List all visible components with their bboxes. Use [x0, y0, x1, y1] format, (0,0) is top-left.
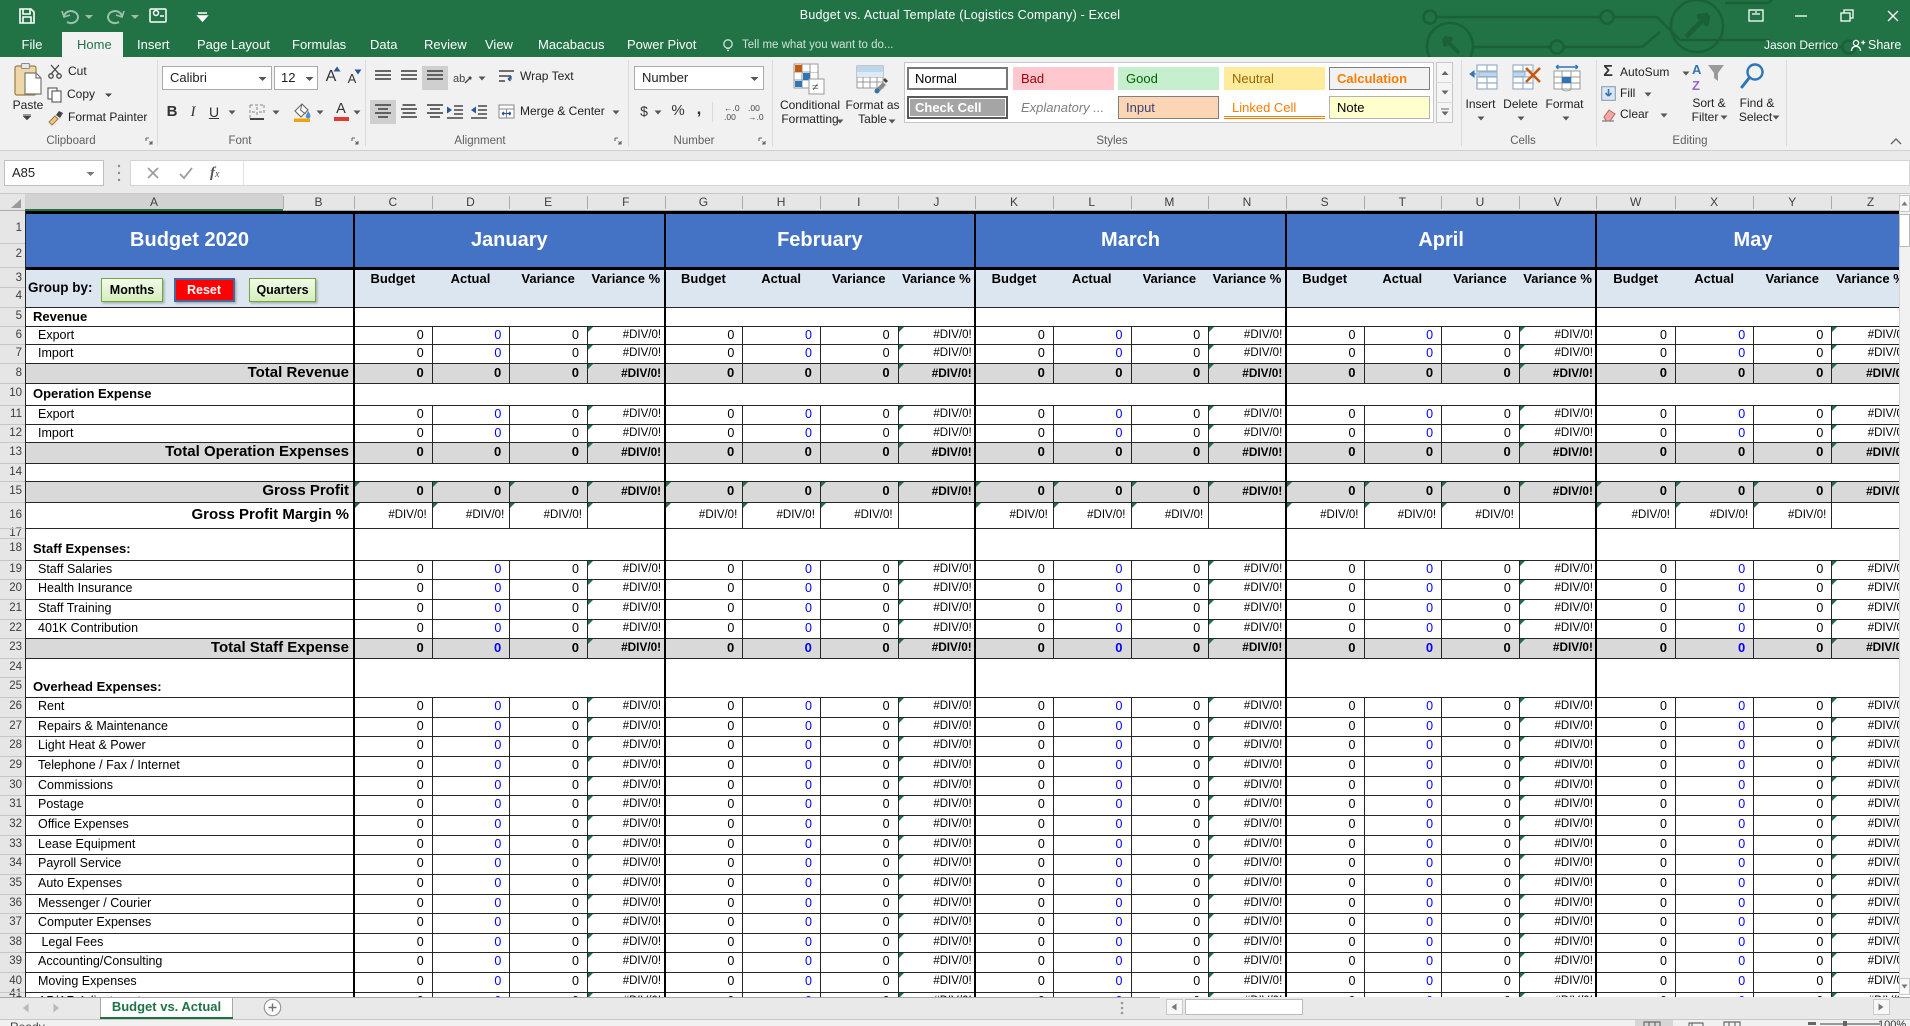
svg-text:Z: Z: [1692, 78, 1700, 93]
svg-text:→.0: →.0: [748, 112, 764, 122]
svg-text:≠: ≠: [812, 80, 819, 94]
svg-text:.00: .00: [724, 112, 736, 122]
svg-text:ab: ab: [453, 73, 465, 85]
svg-text:A: A: [1692, 62, 1702, 77]
